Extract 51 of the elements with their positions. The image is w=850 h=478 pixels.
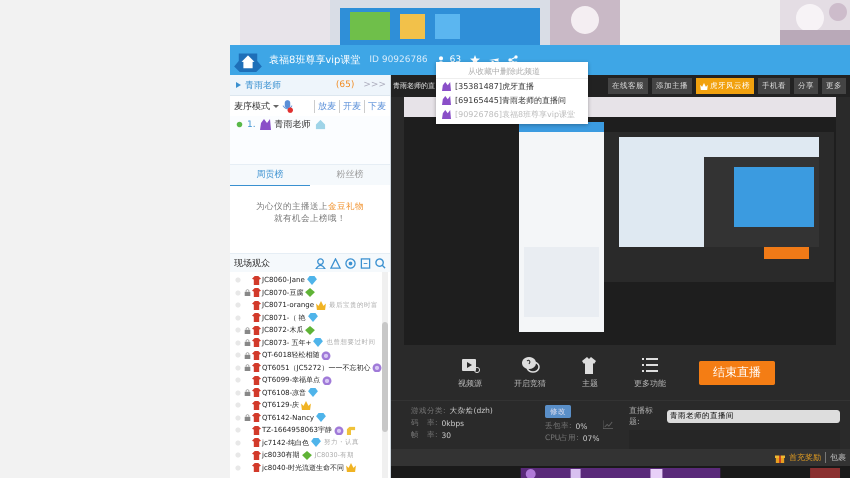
field-label: 直播标题: <box>629 405 654 427</box>
favorite-channel-item[interactable]: [35381487]虎牙直播 <box>436 79 588 93</box>
video-icon <box>460 356 480 375</box>
audience-title: 现场观众 <box>234 258 271 270</box>
rank-hint: 为心仪的主播送上金豆礼物 就有机会上榜哦！ <box>256 201 364 226</box>
user-icon[interactable] <box>315 258 326 268</box>
list-icon <box>640 356 660 375</box>
favorite-channel-item[interactable]: [69165445]青雨老师的直播间 <box>436 93 588 107</box>
medal-icon <box>334 426 344 435</box>
play-icon[interactable] <box>234 81 242 89</box>
house-badge-icon <box>260 119 271 130</box>
control-button[interactable]: 视频源 <box>451 356 489 389</box>
control-button[interactable]: 主题 <box>571 356 609 389</box>
status-dot-icon <box>236 121 243 128</box>
queue-number: 1. <box>247 120 256 130</box>
diamond-icon <box>313 338 324 348</box>
search-icon[interactable] <box>375 258 386 268</box>
diamond-icon <box>311 438 322 448</box>
footer-link[interactable]: 包裹 <box>825 452 846 463</box>
diamond-icon <box>306 276 317 285</box>
gem-icon <box>305 288 316 298</box>
gift-icon <box>775 452 785 462</box>
channel-id: ID 90926786 <box>369 55 428 65</box>
diamond-icon <box>316 413 326 422</box>
medal-icon <box>321 350 332 360</box>
diamond-icon <box>308 388 318 398</box>
chat-icon <box>520 356 540 375</box>
gem-icon <box>302 450 312 460</box>
queue-user[interactable]: 青雨老师 <box>274 118 311 131</box>
crown-icon <box>700 82 708 90</box>
crown-icon <box>301 400 312 410</box>
document-icon[interactable] <box>360 258 371 268</box>
member-count: (65) <box>336 80 354 90</box>
window-title: 袁福8班尊享vip课堂 <box>269 54 360 67</box>
crown-icon <box>346 463 356 472</box>
crown-icon <box>316 300 326 310</box>
viewer-count: 63 <box>450 55 462 65</box>
scrollbar[interactable] <box>382 272 388 478</box>
chart-icon[interactable] <box>603 420 614 429</box>
medal-icon <box>372 363 382 372</box>
footer-link[interactable]: 首充奖励 <box>789 452 821 463</box>
diamond-icon <box>308 313 318 322</box>
house-icon <box>314 119 326 130</box>
microphone-icon[interactable] <box>282 100 293 112</box>
control-button[interactable]: 开启竞猜 <box>511 356 549 389</box>
medal-icon <box>322 376 332 385</box>
control-button[interactable]: 更多功能 <box>631 356 669 389</box>
gem-icon <box>305 326 316 335</box>
mic-mode-dropdown[interactable]: 麦序模式 <box>234 100 270 112</box>
caret-icon[interactable] <box>273 104 279 108</box>
location-icon[interactable] <box>345 258 356 268</box>
